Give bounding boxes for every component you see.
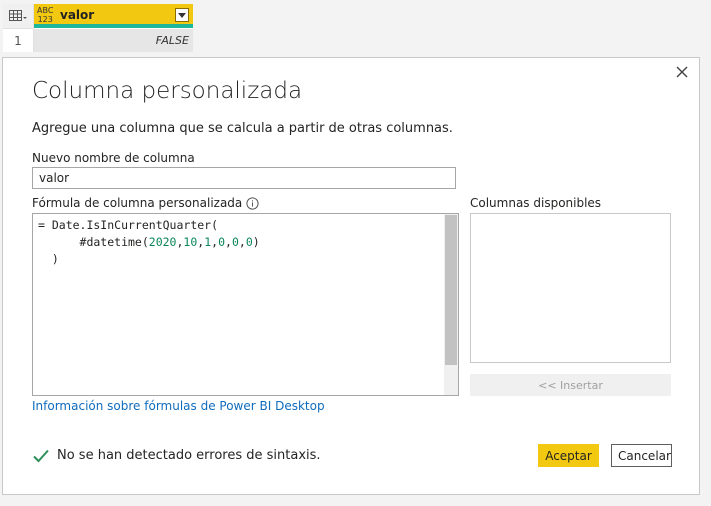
column-name: valor bbox=[60, 8, 95, 22]
formula-arg: 0 bbox=[218, 235, 226, 249]
info-icon[interactable] bbox=[246, 196, 259, 210]
formula-line-2-suffix: ) bbox=[252, 235, 260, 249]
formula-label-row: Fórmula de columna personalizada bbox=[32, 196, 259, 210]
formula-line-3: ) bbox=[38, 252, 59, 266]
formula-arg: 1 bbox=[204, 235, 212, 249]
table-cell[interactable]: FALSE bbox=[34, 29, 193, 52]
new-column-name-input[interactable]: valor bbox=[32, 167, 456, 189]
formula-arg: 0 bbox=[245, 235, 253, 249]
editor-scrollbar[interactable] bbox=[444, 214, 458, 395]
type-badge-bottom: 123 bbox=[37, 15, 53, 24]
table-menu-button[interactable] bbox=[3, 4, 34, 29]
dialog-title: Columna personalizada bbox=[32, 78, 303, 104]
formula-arg: 2020 bbox=[148, 235, 177, 249]
close-icon bbox=[676, 66, 688, 78]
accept-button[interactable]: Aceptar bbox=[538, 444, 599, 467]
editor-scrollbar-thumb[interactable] bbox=[445, 215, 457, 365]
formula-arg: 10 bbox=[183, 235, 198, 249]
table-icon bbox=[9, 10, 27, 21]
formula-line-2: #datetime(2020,10,1,0,0,0) bbox=[38, 235, 260, 249]
new-column-label: Nuevo nombre de columna bbox=[32, 151, 195, 165]
syntax-status-text: No se han detectado errores de sintaxis. bbox=[57, 448, 321, 463]
formula-help-link[interactable]: Información sobre fórmulas de Power BI D… bbox=[32, 399, 325, 413]
type-badge-top: ABC bbox=[37, 6, 54, 15]
column-header-valor[interactable]: ABC 123 valor bbox=[34, 4, 193, 28]
column-filter-dropdown[interactable] bbox=[175, 8, 189, 22]
column-type-badge[interactable]: ABC 123 bbox=[37, 6, 53, 24]
available-columns-label: Columnas disponibles bbox=[470, 196, 602, 210]
formula-label: Fórmula de columna personalizada bbox=[32, 196, 243, 210]
available-columns-list[interactable] bbox=[470, 213, 671, 363]
formula-code[interactable]: = Date.IsInCurrentQuarter( #datetime(202… bbox=[38, 217, 260, 268]
formula-editor[interactable]: = Date.IsInCurrentQuarter( #datetime(202… bbox=[32, 213, 459, 396]
close-button[interactable] bbox=[675, 64, 691, 80]
formula-line-2-prefix: #datetime( bbox=[38, 235, 149, 249]
insert-button[interactable]: << Insertar bbox=[470, 374, 671, 396]
custom-column-dialog: Columna personalizada Agregue una column… bbox=[2, 57, 700, 495]
query-table: ABC 123 valor 1 FALSE bbox=[3, 4, 193, 52]
chevron-down-icon bbox=[178, 12, 186, 18]
syntax-status: No se han detectado errores de sintaxis. bbox=[33, 448, 321, 463]
row-number: 1 bbox=[3, 29, 34, 52]
formula-line-1: = Date.IsInCurrentQuarter( bbox=[38, 218, 219, 232]
dialog-subtitle: Agregue una columna que se calcula a par… bbox=[32, 121, 453, 136]
formula-arg: 0 bbox=[231, 235, 239, 249]
cancel-button[interactable]: Cancelar bbox=[611, 444, 672, 467]
check-icon bbox=[33, 449, 49, 462]
